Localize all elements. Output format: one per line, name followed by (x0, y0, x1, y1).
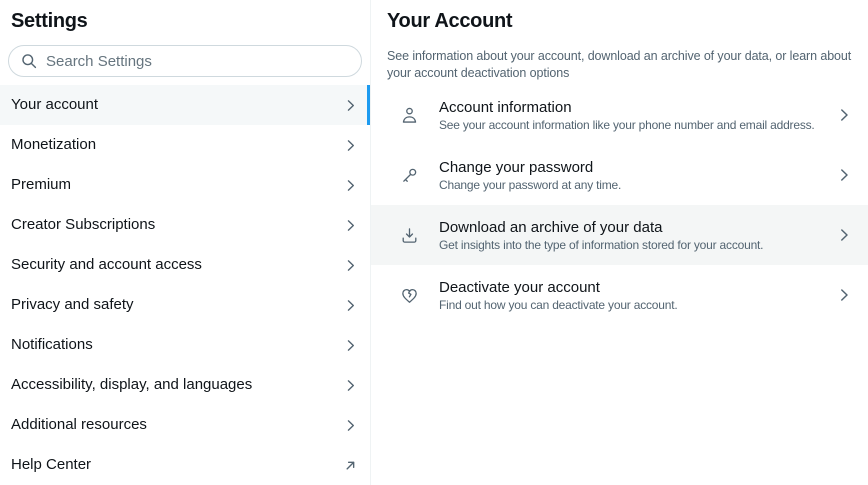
chevron-right-icon (347, 99, 354, 111)
chevron-right-icon (841, 169, 848, 181)
chevron-right-icon (841, 289, 848, 301)
search-input[interactable] (46, 52, 349, 70)
settings-page: Settings Your account Monetization Premi… (0, 0, 868, 485)
chevron-right-icon (841, 229, 848, 241)
row-content: Account information See your account inf… (439, 98, 827, 133)
sidebar-item-label: Notifications (11, 336, 93, 353)
person-icon (402, 107, 417, 123)
chevron-right-icon (347, 259, 354, 271)
chevron-right-icon (347, 379, 354, 391)
settings-sidebar: Settings Your account Monetization Premi… (0, 0, 371, 485)
sidebar-item-label: Monetization (11, 136, 97, 153)
row-subtitle: Find out how you can deactivate your acc… (439, 297, 678, 312)
sidebar-item-label: Additional resources (11, 416, 147, 433)
chevron-right-icon (841, 109, 848, 121)
sidebar-item-label: Creator Subscriptions (11, 216, 156, 233)
sidebar-item-premium[interactable]: Premium (0, 165, 370, 205)
row-title: Deactivate your account (439, 278, 600, 296)
row-subtitle: Change your password at any time. (439, 177, 622, 192)
row-title: Download an archive of your data (439, 218, 663, 236)
panel-description: See information about your account, down… (387, 49, 852, 80)
settings-nav: Your account Monetization Premium Creato… (0, 85, 370, 485)
settings-title: Settings (11, 10, 88, 32)
external-link-icon (346, 461, 355, 470)
row-change-your-password[interactable]: Change your password Change your passwor… (371, 145, 868, 205)
sidebar-item-label: Premium (11, 176, 72, 193)
sidebar-item-label: Security and account access (11, 256, 202, 273)
panel-title: Your Account (387, 10, 513, 32)
sidebar-item-your-account[interactable]: Your account (0, 85, 370, 125)
account-options-list: Account information See your account inf… (371, 85, 868, 325)
search-icon (22, 54, 37, 69)
row-content: Download an archive of your data Get ins… (439, 218, 827, 253)
row-title: Change your password (439, 158, 594, 176)
sidebar-item-label: Privacy and safety (11, 296, 134, 313)
sidebar-item-label: Help Center (11, 456, 92, 473)
sidebar-item-additional-resources[interactable]: Additional resources (0, 405, 370, 445)
row-subtitle: Get insights into the type of informatio… (439, 237, 764, 252)
sidebar-item-label: Your account (11, 96, 99, 113)
row-account-information[interactable]: Account information See your account inf… (371, 85, 868, 145)
sidebar-item-accessibility-display-languages[interactable]: Accessibility, display, and languages (0, 365, 370, 405)
settings-search-box[interactable] (8, 45, 362, 77)
chevron-right-icon (347, 139, 354, 151)
row-download-archive[interactable]: Download an archive of your data Get ins… (371, 205, 868, 265)
chevron-right-icon (347, 419, 354, 431)
row-content: Deactivate your account Find out how you… (439, 278, 827, 313)
chevron-right-icon (347, 179, 354, 191)
sidebar-item-creator-subscriptions[interactable]: Creator Subscriptions (0, 205, 370, 245)
heart-broken-icon (402, 288, 417, 303)
chevron-right-icon (347, 219, 354, 231)
sidebar-item-label: Accessibility, display, and languages (11, 376, 253, 393)
your-account-panel: Your Account See information about your … (371, 0, 868, 485)
row-title: Account information (439, 98, 572, 116)
row-subtitle: See your account information like your p… (439, 117, 815, 132)
sidebar-item-security-and-account-access[interactable]: Security and account access (0, 245, 370, 285)
key-icon (403, 168, 417, 182)
sidebar-item-notifications[interactable]: Notifications (0, 325, 370, 365)
sidebar-item-privacy-and-safety[interactable]: Privacy and safety (0, 285, 370, 325)
row-content: Change your password Change your passwor… (439, 158, 827, 193)
sidebar-item-help-center[interactable]: Help Center (0, 445, 370, 485)
download-icon (402, 227, 417, 243)
chevron-right-icon (347, 339, 354, 351)
chevron-right-icon (347, 299, 354, 311)
row-deactivate-account[interactable]: Deactivate your account Find out how you… (371, 265, 868, 325)
sidebar-item-monetization[interactable]: Monetization (0, 125, 370, 165)
